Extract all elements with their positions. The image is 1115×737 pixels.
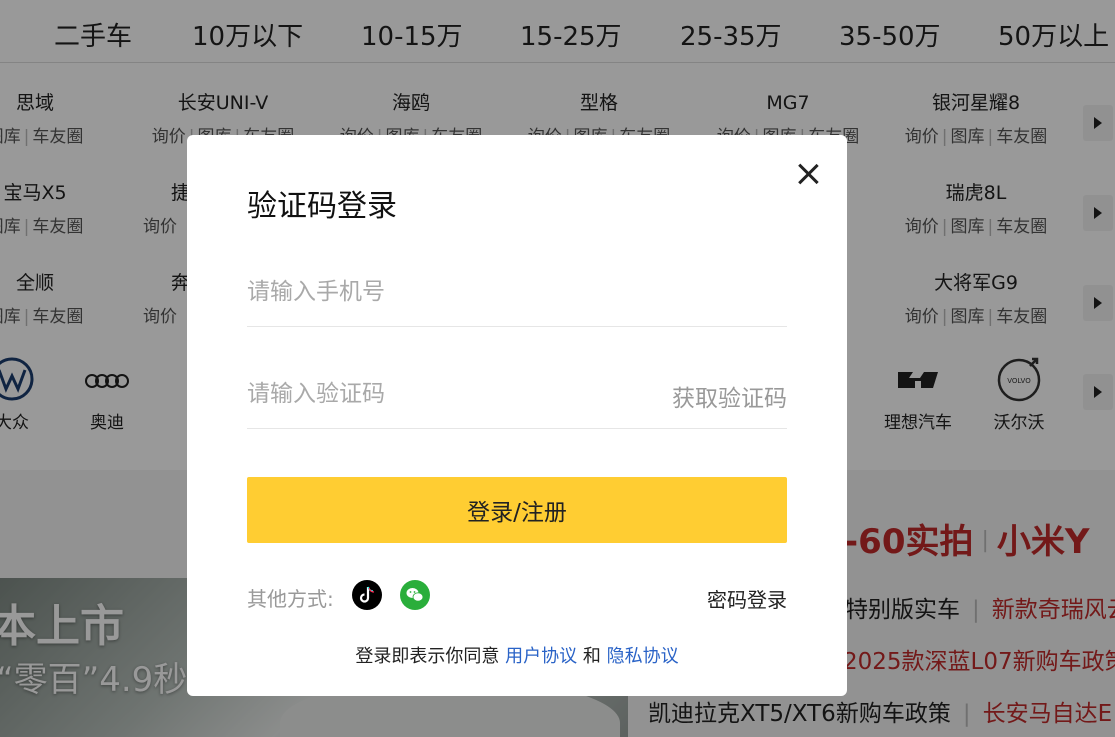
privacy-policy-link[interactable]: 隐私协议	[607, 646, 679, 667]
phone-field	[247, 262, 787, 327]
wechat-icon[interactable]	[400, 580, 430, 610]
get-code-button[interactable]: 获取验证码	[672, 379, 787, 413]
modal-title: 验证码登录	[247, 189, 397, 224]
code-field: 获取验证码	[247, 364, 787, 429]
password-login-link[interactable]: 密码登录	[707, 584, 787, 613]
other-methods-label: 其他方式:	[247, 587, 334, 611]
verification-code-input[interactable]	[247, 364, 647, 424]
login-modal: 验证码登录 获取验证码 登录/注册 其他方式: 密码登录 登录即表示你同意 用户…	[187, 135, 847, 696]
user-agreement-link[interactable]: 用户协议	[505, 646, 577, 667]
agreement-text: 登录即表示你同意 用户协议 和 隐私协议	[187, 642, 847, 668]
agreement-and: 和	[582, 646, 601, 667]
login-register-button[interactable]: 登录/注册	[247, 477, 787, 543]
close-icon[interactable]	[793, 159, 823, 189]
agreement-prefix: 登录即表示你同意	[355, 646, 500, 667]
tiktok-icon[interactable]	[352, 580, 382, 610]
phone-input[interactable]	[247, 262, 647, 322]
